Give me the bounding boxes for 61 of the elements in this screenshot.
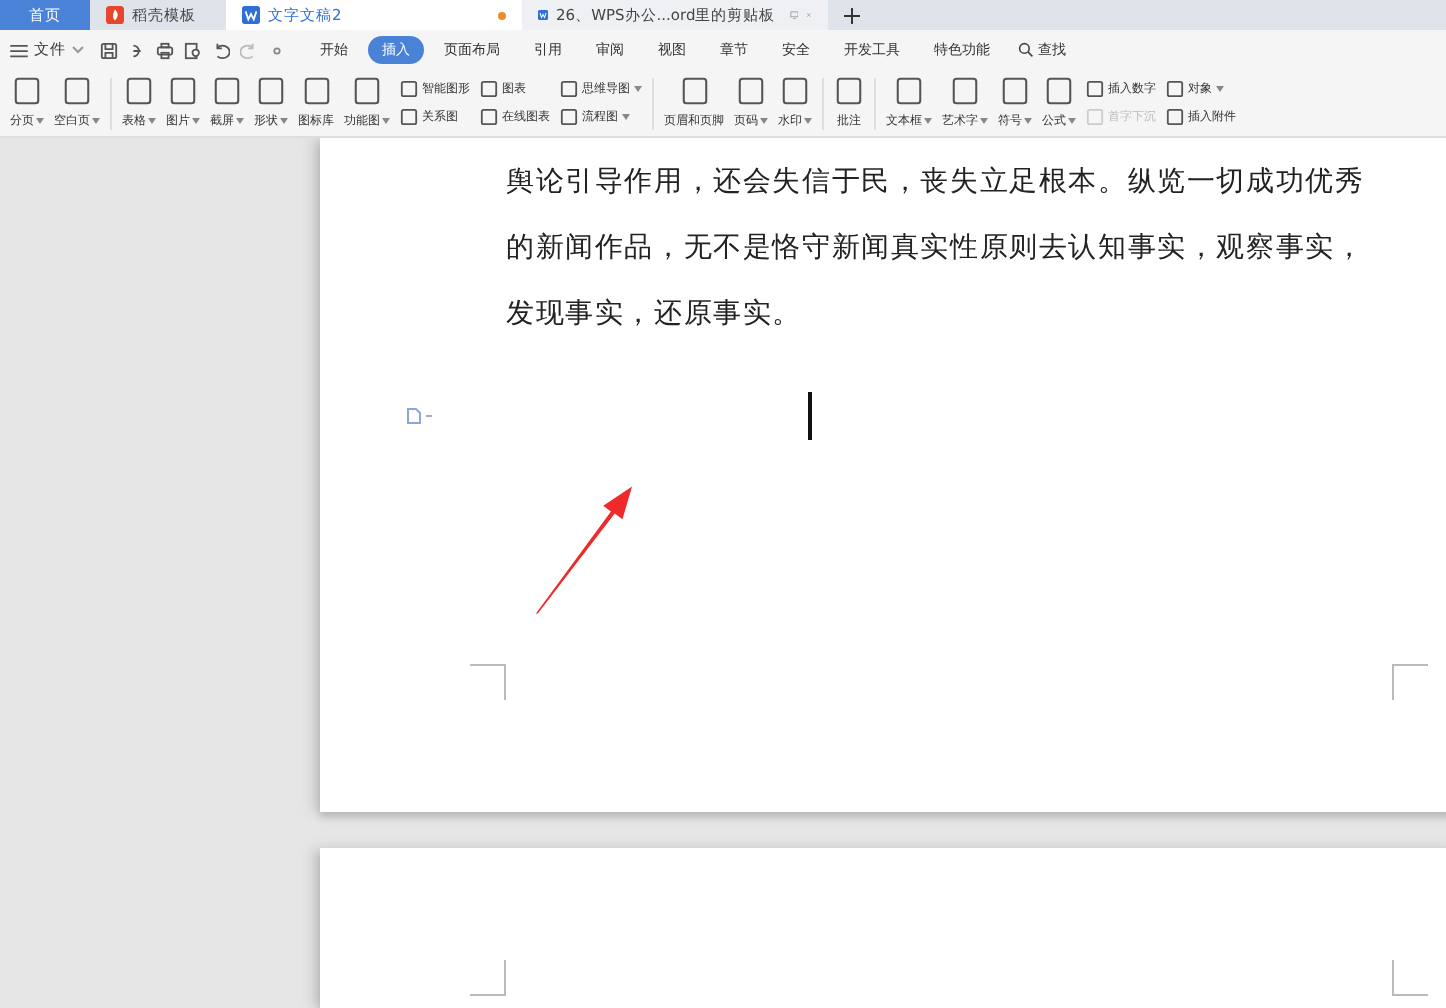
- square-icon: [124, 76, 154, 106]
- caret-icon: [1216, 86, 1224, 92]
- flame-logo-icon: [106, 6, 124, 24]
- caret-icon: [72, 46, 84, 54]
- caret-icon: [280, 118, 288, 124]
- preview-icon[interactable]: [184, 41, 202, 59]
- caret-icon: [36, 118, 44, 124]
- caret-icon: [236, 118, 244, 124]
- caret-icon: [382, 118, 390, 124]
- square-icon: [894, 76, 924, 106]
- square-icon: [12, 76, 42, 106]
- square-icon: [256, 76, 286, 106]
- square-icon: [560, 80, 578, 98]
- caret-icon: [924, 118, 932, 124]
- square-icon: [480, 80, 498, 98]
- square-icon: [780, 76, 810, 106]
- caret-icon: [760, 118, 768, 124]
- square-icon: [301, 76, 331, 106]
- undo-icon[interactable]: [212, 41, 230, 59]
- square-icon: [560, 108, 578, 126]
- square-icon: [62, 76, 92, 106]
- arrow-annotation: [534, 484, 634, 616]
- square-icon: [1000, 76, 1030, 106]
- square-icon: [212, 76, 242, 106]
- caret-icon: [980, 118, 988, 124]
- document-w-icon: [538, 6, 549, 24]
- square-icon: [834, 76, 864, 106]
- square-icon: [352, 76, 382, 106]
- margin-corner-mark: [470, 960, 506, 996]
- caret-icon: [1024, 118, 1032, 124]
- caret-icon: [148, 118, 156, 124]
- square-icon: [1166, 80, 1184, 98]
- caret-icon: [622, 114, 630, 120]
- caret-icon: [192, 118, 200, 124]
- square-icon: [480, 108, 498, 126]
- square-icon: [736, 76, 766, 106]
- monitor-icon: [789, 8, 799, 22]
- square-icon: [1166, 108, 1184, 126]
- square-icon: [168, 76, 198, 106]
- save-icon[interactable]: [100, 41, 118, 59]
- text-cursor: [808, 392, 811, 440]
- square-icon: [1086, 108, 1104, 126]
- caret-icon: [1068, 118, 1076, 124]
- square-icon: [950, 76, 980, 106]
- print-icon[interactable]: [156, 41, 174, 59]
- caret-icon: [804, 118, 812, 124]
- search-icon: [1018, 42, 1034, 58]
- margin-corner-mark: [470, 664, 506, 700]
- square-icon: [1044, 76, 1074, 106]
- square-icon: [400, 108, 418, 126]
- document-paragraph: 舆论引导作用，还会失信于民，丧失立足根本。纵览一切成功优秀的新闻作品，无不是恪守新闻真实性原则去认知事实，观察事实，发现事实，还原事实。: [506, 164, 1367, 334]
- caret-icon: [634, 86, 642, 92]
- new-tab-plus-icon[interactable]: [844, 7, 860, 23]
- square-icon: [400, 80, 418, 98]
- menu-icon: [10, 43, 28, 57]
- document-w-icon: [242, 6, 260, 24]
- caret-icon: [92, 118, 100, 124]
- square-icon: [679, 76, 709, 106]
- square-icon: [1086, 80, 1104, 98]
- margin-corner-mark: [1392, 960, 1428, 996]
- margin-corner-mark: [1392, 664, 1428, 700]
